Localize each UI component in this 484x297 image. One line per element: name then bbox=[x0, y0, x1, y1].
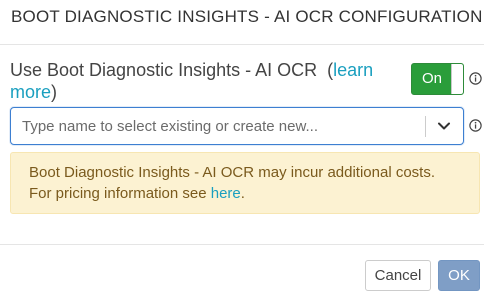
info-circle-icon[interactable] bbox=[469, 119, 482, 132]
pricing-here-link[interactable]: here bbox=[211, 185, 241, 202]
ai-ocr-config-dialog: BOOT DIAGNOSTIC INSIGHTS - AI OCR CONFIG… bbox=[0, 0, 484, 297]
cancel-button[interactable]: Cancel bbox=[365, 260, 431, 291]
dialog-title: BOOT DIAGNOSTIC INSIGHTS - AI OCR CONFIG… bbox=[11, 7, 483, 26]
toggle-knob bbox=[451, 64, 463, 94]
ok-button[interactable]: OK bbox=[438, 260, 480, 291]
toggle-on-label: On bbox=[421, 70, 442, 87]
footer-divider bbox=[0, 244, 484, 245]
info-circle-icon[interactable] bbox=[469, 72, 482, 85]
cost-warning: Boot Diagnostic Insights - AI OCR may in… bbox=[10, 152, 480, 214]
setting-label-text: Use Boot Diagnostic Insights - AI OCR bbox=[10, 60, 318, 80]
name-select-input[interactable] bbox=[12, 109, 422, 143]
select-divider bbox=[425, 116, 426, 137]
warning-suffix: . bbox=[240, 185, 245, 202]
setting-label: Use Boot Diagnostic Insights - AI OCR (l… bbox=[10, 59, 400, 103]
dialog-header: BOOT DIAGNOSTIC INSIGHTS - AI OCR CONFIG… bbox=[0, 0, 484, 45]
ai-ocr-toggle[interactable]: On bbox=[411, 63, 464, 95]
chevron-down-icon[interactable] bbox=[437, 120, 451, 132]
name-select[interactable] bbox=[10, 107, 464, 145]
paren-close: ) bbox=[51, 82, 58, 102]
